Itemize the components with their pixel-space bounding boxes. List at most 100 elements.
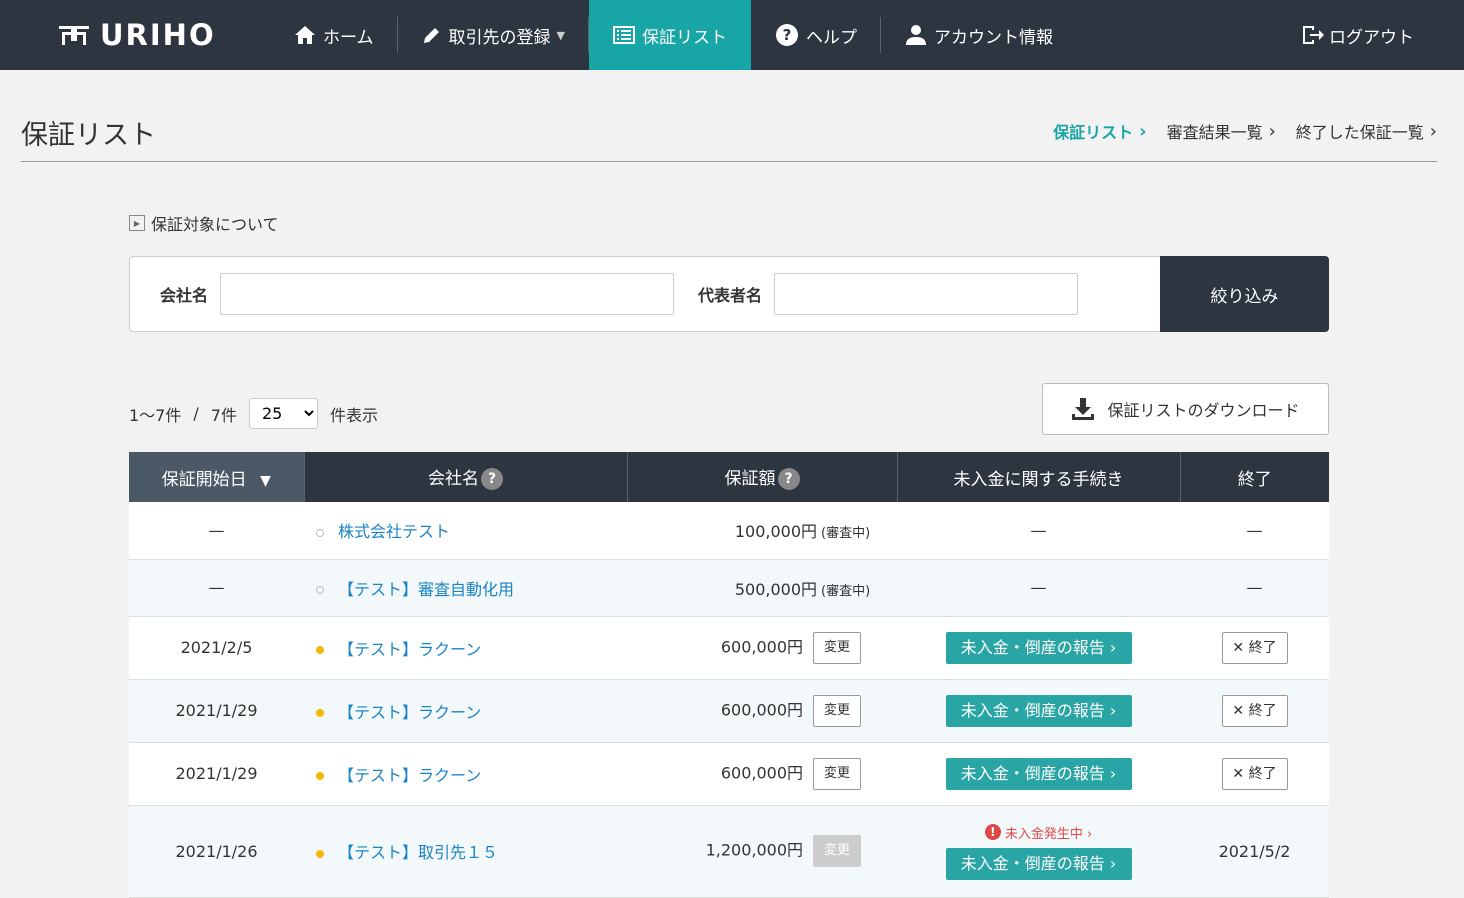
play-icon: ▶ — [129, 215, 145, 231]
change-amount-button[interactable]: 変更 — [813, 694, 861, 727]
nav-help-label: ヘルプ — [805, 27, 857, 48]
logo[interactable]: URIHO — [0, 0, 270, 70]
download-list-button[interactable]: 保証リストのダウンロード — [1042, 383, 1329, 435]
row-amount: 600,000円 変更 — [627, 742, 897, 806]
table-row: 2021/2/5 【テスト】ラクーン 600,000円 変更 未入金・倒産の報告 … — [129, 616, 1329, 680]
nav-home[interactable]: ホーム — [270, 0, 398, 70]
row-procedure: — — [897, 559, 1180, 617]
nav-account[interactable]: アカウント情報 — [881, 0, 1077, 70]
alert-icon: ! — [984, 824, 1001, 840]
nav-guarantee-list[interactable]: 保証リスト — [588, 0, 751, 70]
company-link[interactable]: 【テスト】取引先１５ — [338, 843, 498, 862]
change-amount-button: 変更 — [813, 835, 861, 867]
download-label: 保証リストのダウンロード — [1107, 401, 1300, 420]
result-total: 7件 — [210, 405, 237, 425]
download-icon — [1072, 398, 1095, 420]
logout-icon — [1303, 26, 1324, 44]
unpaid-alert-link[interactable]: ! 未入金発生中 › — [897, 823, 1180, 842]
company-link[interactable]: 【テスト】審査自動化用 — [338, 580, 514, 599]
status-dot — [316, 772, 324, 780]
row-end: ✕ 終了 — [1180, 742, 1329, 806]
row-date: — — [129, 502, 304, 560]
logo-icon — [59, 26, 89, 45]
change-amount-button[interactable]: 変更 — [813, 631, 861, 664]
row-end: — — [1180, 502, 1329, 560]
report-unpaid-button[interactable]: 未入金・倒産の報告 › — [945, 631, 1132, 664]
company-link[interactable]: 【テスト】ラクーン — [338, 766, 481, 785]
about-label: 保証対象について — [151, 215, 279, 234]
row-company: 【テスト】審査自動化用 — [304, 559, 627, 617]
table-row: 2021/1/29 【テスト】ラクーン 600,000円 変更 未入金・倒産の報告… — [129, 679, 1329, 743]
pencil-icon — [423, 28, 439, 43]
end-guarantee-button[interactable]: ✕ 終了 — [1221, 757, 1288, 790]
sub-nav: 保証リスト › 審査結果一覧 › 終了した保証一覧 › — [1033, 119, 1437, 143]
change-amount-button[interactable]: 変更 — [813, 757, 861, 790]
status-dot — [316, 646, 324, 654]
col-end: 終了 — [1180, 452, 1329, 502]
row-company: 【テスト】取引先１５ — [304, 805, 627, 898]
nav-guarantee-label: 保証リスト — [641, 27, 727, 48]
nav-home-label: ホーム — [323, 27, 374, 48]
list-icon — [612, 26, 635, 44]
row-amount: 600,000円 変更 — [627, 679, 897, 743]
row-amount: 500,000円 (審査中) — [627, 559, 897, 617]
about-guarantee-link[interactable]: ▶ 保証対象について — [129, 211, 279, 235]
company-name-label: 会社名 — [160, 286, 209, 305]
table-row: 2021/1/26 【テスト】取引先１５ 1,200,000円 変更 ! 未入金発生… — [129, 805, 1329, 898]
row-date: 2021/2/5 — [129, 616, 304, 680]
subnav-guarantee-list[interactable]: 保証リスト › — [1053, 119, 1146, 143]
end-guarantee-button[interactable]: ✕ 終了 — [1221, 694, 1288, 727]
nav-help[interactable]: ? ヘルプ — [751, 0, 881, 70]
status-dot — [316, 586, 324, 594]
report-unpaid-button[interactable]: 未入金・倒産の報告 › — [945, 694, 1132, 727]
row-date: 2021/1/29 — [129, 679, 304, 743]
row-company: 【テスト】ラクーン — [304, 742, 627, 806]
row-procedure: ! 未入金発生中 › 未入金・倒産の報告 › — [897, 805, 1180, 898]
row-date: — — [129, 559, 304, 617]
row-amount: 1,200,000円 変更 — [627, 805, 897, 898]
help-icon[interactable]: ? — [777, 468, 800, 490]
nav-account-label: アカウント情報 — [933, 27, 1053, 48]
table-row: — 株式会社テスト 100,000円 (審査中) — — — [129, 502, 1329, 560]
help-icon[interactable]: ? — [481, 468, 503, 490]
row-procedure: 未入金・倒産の報告 › — [897, 679, 1180, 743]
row-end: ✕ 終了 — [1180, 616, 1329, 680]
help-icon: ? — [775, 24, 798, 46]
col-unpaid-procedure: 未入金に関する手続き — [897, 452, 1181, 502]
row-company: 【テスト】ラクーン — [304, 616, 627, 680]
nav-register-label: 取引先の登録 — [448, 27, 551, 48]
guarantee-table: 保証開始日 ▼ 会社名? 保証額? 未入金に関する手続き 終了 — 株式会社テス… — [129, 452, 1329, 898]
chevron-right-icon: › — [1268, 120, 1276, 142]
row-company: 株式会社テスト — [304, 502, 627, 560]
company-link[interactable]: 株式会社テスト — [338, 522, 450, 541]
subnav-review-results[interactable]: 審査結果一覧 › — [1167, 119, 1276, 143]
col-start-date[interactable]: 保証開始日 ▼ — [129, 452, 305, 502]
result-range: 1～7件 — [129, 405, 182, 425]
company-link[interactable]: 【テスト】ラクーン — [338, 703, 481, 722]
row-procedure: 未入金・倒産の報告 › — [897, 742, 1180, 806]
table-row: 2021/1/29 【テスト】ラクーン 600,000円 変更 未入金・倒産の報告… — [129, 742, 1329, 806]
end-guarantee-button[interactable]: ✕ 終了 — [1221, 631, 1288, 664]
logout-button[interactable]: ログアウト — [1301, 0, 1414, 70]
table-header-row: 保証開始日 ▼ 会社名? 保証額? 未入金に関する手続き 終了 — [129, 452, 1329, 502]
col-company: 会社名? — [304, 452, 628, 502]
page-header: 保証リスト 保証リスト › 審査結果一覧 › 終了した保証一覧 › — [21, 108, 1437, 162]
row-end: — — [1180, 559, 1329, 617]
filter-submit-button[interactable]: 絞り込み — [1160, 256, 1329, 332]
pagination-info: 1～7件 / 7件 25 件表示 — [129, 398, 378, 429]
page-title: 保証リスト — [21, 120, 156, 151]
company-name-input[interactable] — [220, 273, 675, 315]
caret-down-icon: ▼ — [556, 28, 565, 42]
row-procedure: 未入金・倒産の報告 › — [897, 616, 1180, 680]
row-date: 2021/1/26 — [129, 805, 304, 898]
nav-register-partner[interactable]: 取引先の登録 ▼ — [398, 0, 590, 70]
company-link[interactable]: 【テスト】ラクーン — [338, 640, 481, 659]
subnav-ended-guarantees[interactable]: 終了した保証一覧 › — [1296, 119, 1437, 143]
user-icon — [905, 25, 926, 45]
per-page-select[interactable]: 25 — [248, 398, 318, 429]
logout-label: ログアウト — [1329, 27, 1414, 48]
row-amount: 600,000円 変更 — [627, 616, 897, 680]
report-unpaid-button[interactable]: 未入金・倒産の報告 › — [945, 757, 1132, 790]
review-status: (審査中) — [821, 583, 871, 599]
representative-name-input[interactable] — [774, 273, 1079, 315]
